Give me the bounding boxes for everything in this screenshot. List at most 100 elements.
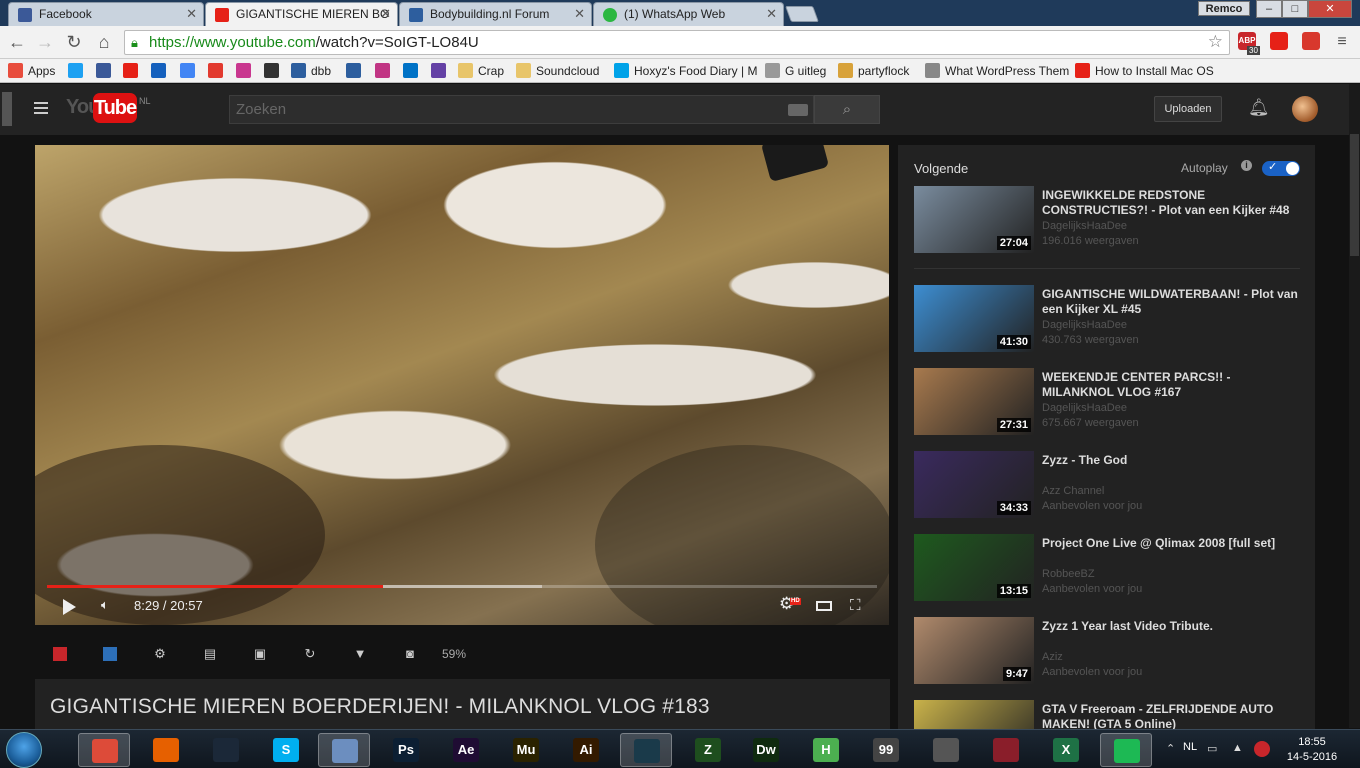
bookmark-item[interactable] (431, 63, 447, 79)
aftereffects-taskbar-icon[interactable]: Ae (440, 733, 492, 767)
video-thumbnail[interactable]: 9:47 (914, 617, 1034, 684)
video-thumbnail[interactable]: 13:15 (914, 534, 1034, 601)
bookmark-item[interactable]: Soundcloud (516, 63, 599, 79)
photoshop-taskbar-icon[interactable]: Ps (380, 733, 432, 767)
fullscreen-icon[interactable]: ⛶ (850, 598, 866, 613)
up-next-video-item[interactable]: 9:47 Zyzz 1 Year last Video Tribute. Aziz A… (914, 617, 1304, 685)
info-icon[interactable]: i (1241, 160, 1252, 171)
bookmark-item[interactable] (346, 63, 362, 79)
bookmark-item[interactable]: partyflock (838, 63, 909, 79)
tab-facebook[interactable]: Facebook ✕ (8, 2, 204, 26)
profile-name-badge[interactable]: Remco (1198, 1, 1250, 16)
video-title-link[interactable]: Zyzz 1 Year last Video Tribute. (1042, 619, 1304, 634)
video-player[interactable]: 🔈︎ 8:29 / 20:57 ⚙ HD ⛶ (35, 145, 889, 625)
home-icon[interactable]: ⌂ (94, 32, 114, 52)
illustrator-taskbar-icon[interactable]: Ai (560, 733, 612, 767)
firefox-taskbar-icon[interactable] (140, 733, 192, 767)
dreamweaver-taskbar-icon[interactable]: Dw (740, 733, 792, 767)
keyboard-tray-icon[interactable]: ▭ (1207, 742, 1217, 755)
close-window-button[interactable]: ✕ (1308, 0, 1352, 18)
blue-square-icon[interactable] (103, 647, 117, 661)
bookmark-item[interactable] (375, 63, 391, 79)
excel-taskbar-icon[interactable]: X (1040, 733, 1092, 767)
bookmark-item[interactable]: G uitleg (765, 63, 826, 79)
youtube-logo-tube[interactable]: Tube (93, 93, 137, 123)
bookmark-item[interactable] (264, 63, 280, 79)
tray-app-icon[interactable] (1254, 741, 1270, 757)
tab-whatsapp[interactable]: (1) WhatsApp Web ✕ (593, 2, 784, 26)
address-bar[interactable]: 🔒︎ https://www.youtube.com/watch?v=SoIGT… (124, 30, 1230, 55)
pdf-ext-icon[interactable] (1302, 32, 1320, 50)
up-next-video-item[interactable]: 13:15 Project One Live @ Qlimax 2008 [ful… (914, 534, 1304, 602)
video-title-link[interactable]: Project One Live @ Qlimax 2008 [full set… (1042, 536, 1304, 551)
theater-mode-icon[interactable] (816, 601, 832, 611)
bookmark-item[interactable] (123, 63, 139, 79)
page-scrollbar[interactable] (1349, 84, 1360, 728)
video-thumbnail[interactable]: 27:31 (914, 368, 1034, 435)
tab-youtube[interactable]: GIGANTISCHE MIEREN BO ✕ (205, 2, 398, 26)
reload-icon[interactable]: ↻ (64, 32, 84, 52)
video-title-link[interactable]: INGEWIKKELDE REDSTONE CONSTRUCTIES?! - P… (1042, 188, 1304, 218)
bookmark-item[interactable] (208, 63, 224, 79)
video-title-link[interactable]: WEEKENDJE CENTER PARCS!! - MILANKNOL VLO… (1042, 370, 1304, 400)
up-next-video-item[interactable]: GTA V Freeroam - ZELFRIJDENDE AUTO MAKEN… (914, 700, 1304, 729)
steam-taskbar-icon[interactable] (200, 733, 252, 767)
bookmark-item[interactable] (96, 63, 112, 79)
muse-taskbar-icon[interactable]: Mu (500, 733, 552, 767)
play-icon[interactable] (63, 599, 76, 615)
filter-icon[interactable]: ▼ (353, 647, 367, 661)
bookmark-item[interactable]: Hoxyz's Food Diary | M (614, 63, 757, 79)
upload-button[interactable]: Uploaden (1154, 96, 1222, 122)
keyboard-icon[interactable] (788, 104, 808, 116)
loop-icon[interactable]: ↻ (303, 647, 317, 661)
film-icon[interactable]: ▤ (203, 647, 217, 661)
volume-icon[interactable]: 🔈︎ (101, 597, 109, 613)
close-tab-icon[interactable]: ✕ (186, 3, 197, 25)
menu-icon[interactable]: ≡ (1332, 32, 1352, 52)
video-thumbnail[interactable]: 34:33 (914, 451, 1034, 518)
search-button[interactable]: ⌕ (814, 95, 880, 124)
spotify-taskbar-icon[interactable] (1100, 733, 1152, 767)
app-z-taskbar-icon[interactable]: Z (682, 733, 734, 767)
video-thumbnail[interactable]: 41:30 (914, 285, 1034, 352)
maximize-button[interactable]: □ (1282, 0, 1308, 18)
video-title-link[interactable]: GTA V Freeroam - ZELFRIJDENDE AUTO MAKEN… (1042, 702, 1304, 729)
close-tab-icon[interactable]: ✕ (574, 3, 585, 25)
video-thumbnail[interactable]: 27:04 (914, 186, 1034, 253)
tray-expand-icon[interactable]: ⌃ (1166, 742, 1175, 755)
bookmark-item[interactable]: dbb (291, 63, 331, 79)
new-tab-button[interactable] (785, 6, 819, 22)
close-tab-icon[interactable]: ✕ (766, 3, 777, 25)
close-tab-icon[interactable]: ✕ (380, 3, 391, 25)
bookmark-item[interactable] (236, 63, 252, 79)
tab-bodybuilding[interactable]: Bodybuilding.nl Forum ✕ (399, 2, 592, 26)
autoplay-toggle[interactable]: ✓ (1262, 161, 1300, 176)
video-thumbnail[interactable] (914, 700, 1034, 729)
h-app-taskbar-icon[interactable]: H (800, 733, 852, 767)
avatar[interactable] (1292, 96, 1318, 122)
system-clock[interactable]: 18:55 14-5-2016 (1282, 735, 1342, 765)
bookmark-item[interactable] (151, 63, 167, 79)
chrome-taskbar-icon[interactable] (78, 733, 130, 767)
arrow-right-icon[interactable]: → (35, 32, 55, 52)
search-input[interactable]: Zoeken (229, 95, 814, 124)
up-next-video-item[interactable]: 27:04 INGEWIKKELDE REDSTONE CONSTRUCTIES?… (914, 186, 1304, 254)
gear-icon[interactable]: ⚙ (153, 647, 167, 661)
bookmark-item[interactable] (68, 63, 84, 79)
bookmark-item[interactable] (180, 63, 196, 79)
control-panel-taskbar-icon[interactable] (318, 733, 370, 767)
up-next-video-item[interactable]: 27:31 WEEKENDJE CENTER PARCS!! - MILANKNO… (914, 368, 1304, 436)
video-frame[interactable] (35, 145, 889, 625)
red-flag-icon[interactable] (53, 647, 67, 661)
minimize-button[interactable]: – (1256, 0, 1282, 18)
camera-icon[interactable]: ◙ (403, 647, 417, 661)
bookmark-star-icon[interactable]: ☆ (1208, 32, 1223, 52)
video-editor-taskbar-icon[interactable] (620, 733, 672, 767)
circle-app-taskbar-icon[interactable] (920, 733, 972, 767)
language-indicator[interactable]: NL (1183, 741, 1197, 753)
youtube-ext-icon[interactable] (1270, 32, 1288, 50)
up-next-video-item[interactable]: 34:33 Zyzz - The God Azz Channel Aanbevolen… (914, 451, 1304, 519)
guide-menu-icon[interactable] (34, 102, 48, 114)
scrollbar-thumb[interactable] (1350, 134, 1359, 256)
start-button[interactable] (6, 732, 42, 768)
